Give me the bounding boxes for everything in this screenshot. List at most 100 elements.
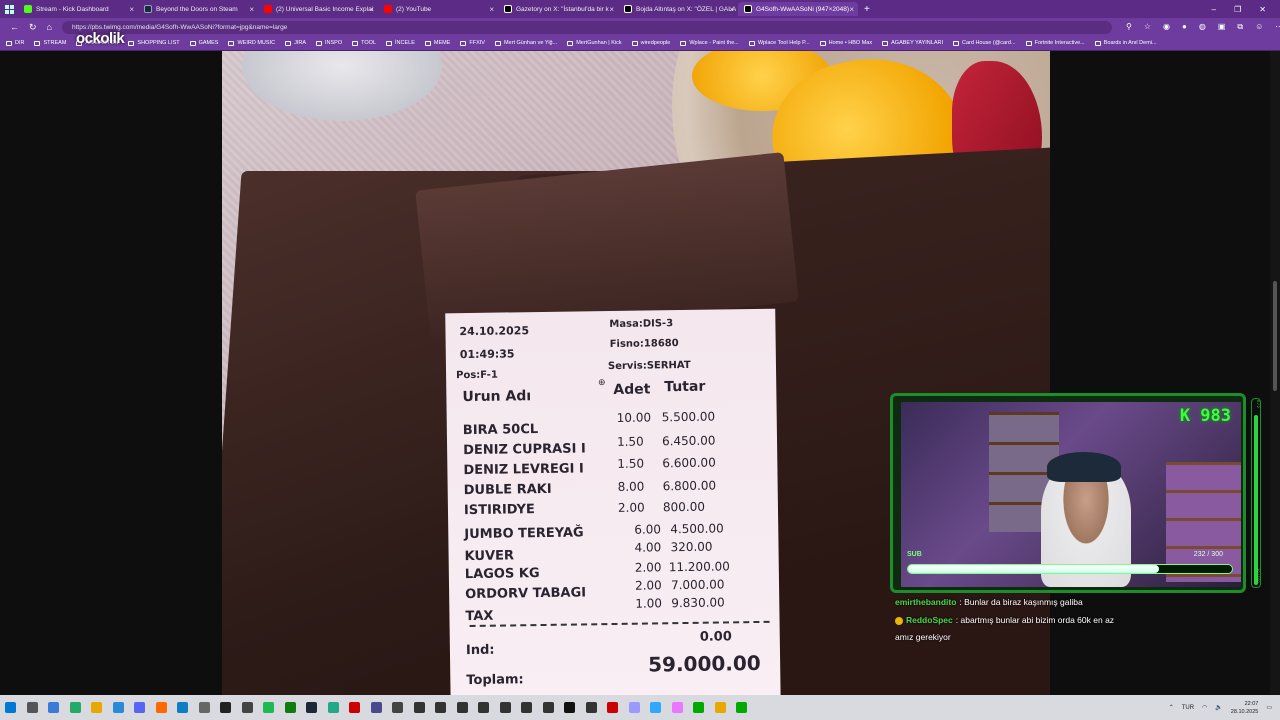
kick-icon <box>24 5 32 13</box>
xbox-icon[interactable] <box>280 695 302 720</box>
bookmark-item[interactable]: TOOL <box>352 40 376 46</box>
bookmark-item[interactable]: MertGunhan | Kick <box>567 40 622 46</box>
more-menu-icon[interactable]: ⋯ <box>1275 22 1280 32</box>
profile-avatar-icon[interactable]: ☺ <box>1255 22 1263 32</box>
app-icon[interactable] <box>452 695 474 720</box>
audition-icon[interactable] <box>624 695 646 720</box>
close-tab-icon[interactable]: × <box>489 5 494 14</box>
bookmark-item[interactable]: Card House (@card... <box>953 40 1016 46</box>
app-icon[interactable] <box>323 695 345 720</box>
steam-icon[interactable] <box>301 695 323 720</box>
receipt-item-amount: 4.500.00 <box>670 521 724 537</box>
close-tab-icon[interactable]: × <box>249 5 254 14</box>
bookmark-item[interactable]: Home • HBO Max <box>819 40 872 46</box>
widgets-icon[interactable] <box>65 695 87 720</box>
app-icon[interactable] <box>194 695 216 720</box>
extension-icon[interactable]: ● <box>1182 22 1187 32</box>
back-icon[interactable]: ← <box>10 22 19 33</box>
home-icon[interactable]: ⌂ <box>47 22 52 33</box>
zoom-icon[interactable]: ⚲ <box>1126 22 1132 32</box>
tab-image-active[interactable]: G4Sofh-WwAASoNi (947×2048) × <box>738 2 858 16</box>
refresh-icon[interactable]: ↻ <box>29 22 37 33</box>
app-icon[interactable] <box>151 695 173 720</box>
windows-start-icon[interactable] <box>0 695 22 720</box>
edge-icon[interactable] <box>172 695 194 720</box>
close-tab-icon[interactable]: × <box>609 5 614 14</box>
tab-youtube-ubi[interactable]: (2) Universal Basic Income Explai × <box>258 2 378 16</box>
bookmark-item[interactable]: Mert Günhan ve Yiğ... <box>494 40 557 46</box>
close-tab-icon[interactable]: × <box>729 5 734 14</box>
restore-icon[interactable]: ❐ <box>1234 5 1241 14</box>
chat-text: : abartmış bunlar abi bizim orda 60k en … <box>955 615 1115 625</box>
tab-steam[interactable]: Beyond the Doors on Steam × <box>138 2 258 16</box>
task-view-icon[interactable] <box>43 695 65 720</box>
clock[interactable]: 22:07 28.10.2025 <box>1231 700 1259 716</box>
bookmark-item[interactable]: İNCELE <box>386 40 415 46</box>
new-tab-button[interactable]: + <box>858 4 876 15</box>
photoshop-icon[interactable] <box>645 695 667 720</box>
app-icon[interactable] <box>409 695 431 720</box>
collections-icon[interactable]: ⧉ <box>1237 22 1243 32</box>
netflix-icon[interactable] <box>602 695 624 720</box>
tab-youtube[interactable]: (2) YouTube × <box>378 2 498 16</box>
bookmark-item[interactable]: AGABEY YAYINLARI <box>882 40 943 46</box>
bookmark-item[interactable]: wiredpeople <box>631 40 670 46</box>
app-icon[interactable] <box>387 695 409 720</box>
bookmark-item[interactable]: Wplace Tool Help P... <box>748 40 810 46</box>
bookmark-item[interactable]: SHOPPING LIST <box>128 40 180 46</box>
bookmark-item[interactable]: Fortnite Interactive... <box>1025 40 1085 46</box>
notepad-icon[interactable] <box>108 695 130 720</box>
app-icon[interactable] <box>731 695 753 720</box>
close-tab-icon[interactable]: × <box>849 5 854 14</box>
wifi-icon[interactable]: ◠ <box>1202 704 1207 711</box>
receipt-col-amount: Tutar <box>664 378 706 396</box>
bookmark-item[interactable]: WEIRD MUSIC <box>228 40 275 46</box>
app-icon[interactable] <box>215 695 237 720</box>
bookmark-item[interactable]: GAMES <box>189 40 218 46</box>
app-icon[interactable] <box>559 695 581 720</box>
bookmark-item[interactable]: DIR <box>6 40 24 46</box>
file-explorer-icon[interactable] <box>86 695 108 720</box>
app-icon[interactable] <box>516 695 538 720</box>
chevron-up-icon[interactable]: ⌃ <box>1169 704 1174 711</box>
url-input[interactable]: https://pbs.twimg.com/media/G4Sofh-WwAAS… <box>61 20 1112 34</box>
bookmark-star-icon[interactable]: ☆ <box>1144 22 1151 32</box>
bookmark-item[interactable]: INSPO <box>316 40 342 46</box>
spotify-icon[interactable] <box>258 695 280 720</box>
app-icon[interactable] <box>344 695 366 720</box>
bookmark-item[interactable]: JIRA <box>285 40 306 46</box>
minimize-icon[interactable]: – <box>1212 5 1216 14</box>
bookmark-item[interactable]: Boards in Anıl Demi... <box>1094 40 1157 46</box>
extension-icon[interactable]: ▣ <box>1218 22 1226 32</box>
app-icon[interactable] <box>495 695 517 720</box>
close-tab-icon[interactable]: × <box>369 5 374 14</box>
app-icon[interactable] <box>710 695 732 720</box>
page-scrollbar[interactable] <box>1270 51 1280 695</box>
app-icon[interactable] <box>366 695 388 720</box>
tab-x-gazetory[interactable]: Gazetory on X: "İstanbul'da bir k × <box>498 2 618 16</box>
premiere-icon[interactable] <box>667 695 689 720</box>
tab-x-bojda[interactable]: Bojda Altıntaş on X: "ÖZEL | GALA × <box>618 2 738 16</box>
close-window-icon[interactable]: ✕ <box>1259 5 1266 14</box>
app-icon[interactable] <box>688 695 710 720</box>
app-icon[interactable] <box>430 695 452 720</box>
bookmark-item[interactable]: MEME <box>424 40 450 46</box>
app-icon[interactable] <box>581 695 603 720</box>
notification-icon[interactable]: ▭ <box>1266 704 1272 711</box>
browser-menu-icon[interactable] <box>0 0 18 18</box>
extension-icon[interactable]: ◍ <box>1199 22 1206 32</box>
bookmark-item[interactable]: STREAM <box>34 40 66 46</box>
app-icon[interactable] <box>473 695 495 720</box>
search-icon[interactable] <box>22 695 44 720</box>
app-icon[interactable] <box>237 695 259 720</box>
close-tab-icon[interactable]: × <box>129 5 134 14</box>
app-icon[interactable] <box>538 695 560 720</box>
tab-kick-dashboard[interactable]: Stream - Kick Dashboard × <box>18 2 138 16</box>
bookmark-item[interactable]: Wplace - Paint the... <box>680 40 739 46</box>
scrollbar-thumb[interactable] <box>1273 281 1277 391</box>
bookmark-item[interactable]: FFXIV <box>460 40 485 46</box>
volume-icon[interactable]: 🔈 <box>1215 704 1222 711</box>
language-indicator[interactable]: TUR <box>1182 705 1194 711</box>
extension-icon[interactable]: ◉ <box>1163 22 1170 32</box>
discord-icon[interactable] <box>129 695 151 720</box>
